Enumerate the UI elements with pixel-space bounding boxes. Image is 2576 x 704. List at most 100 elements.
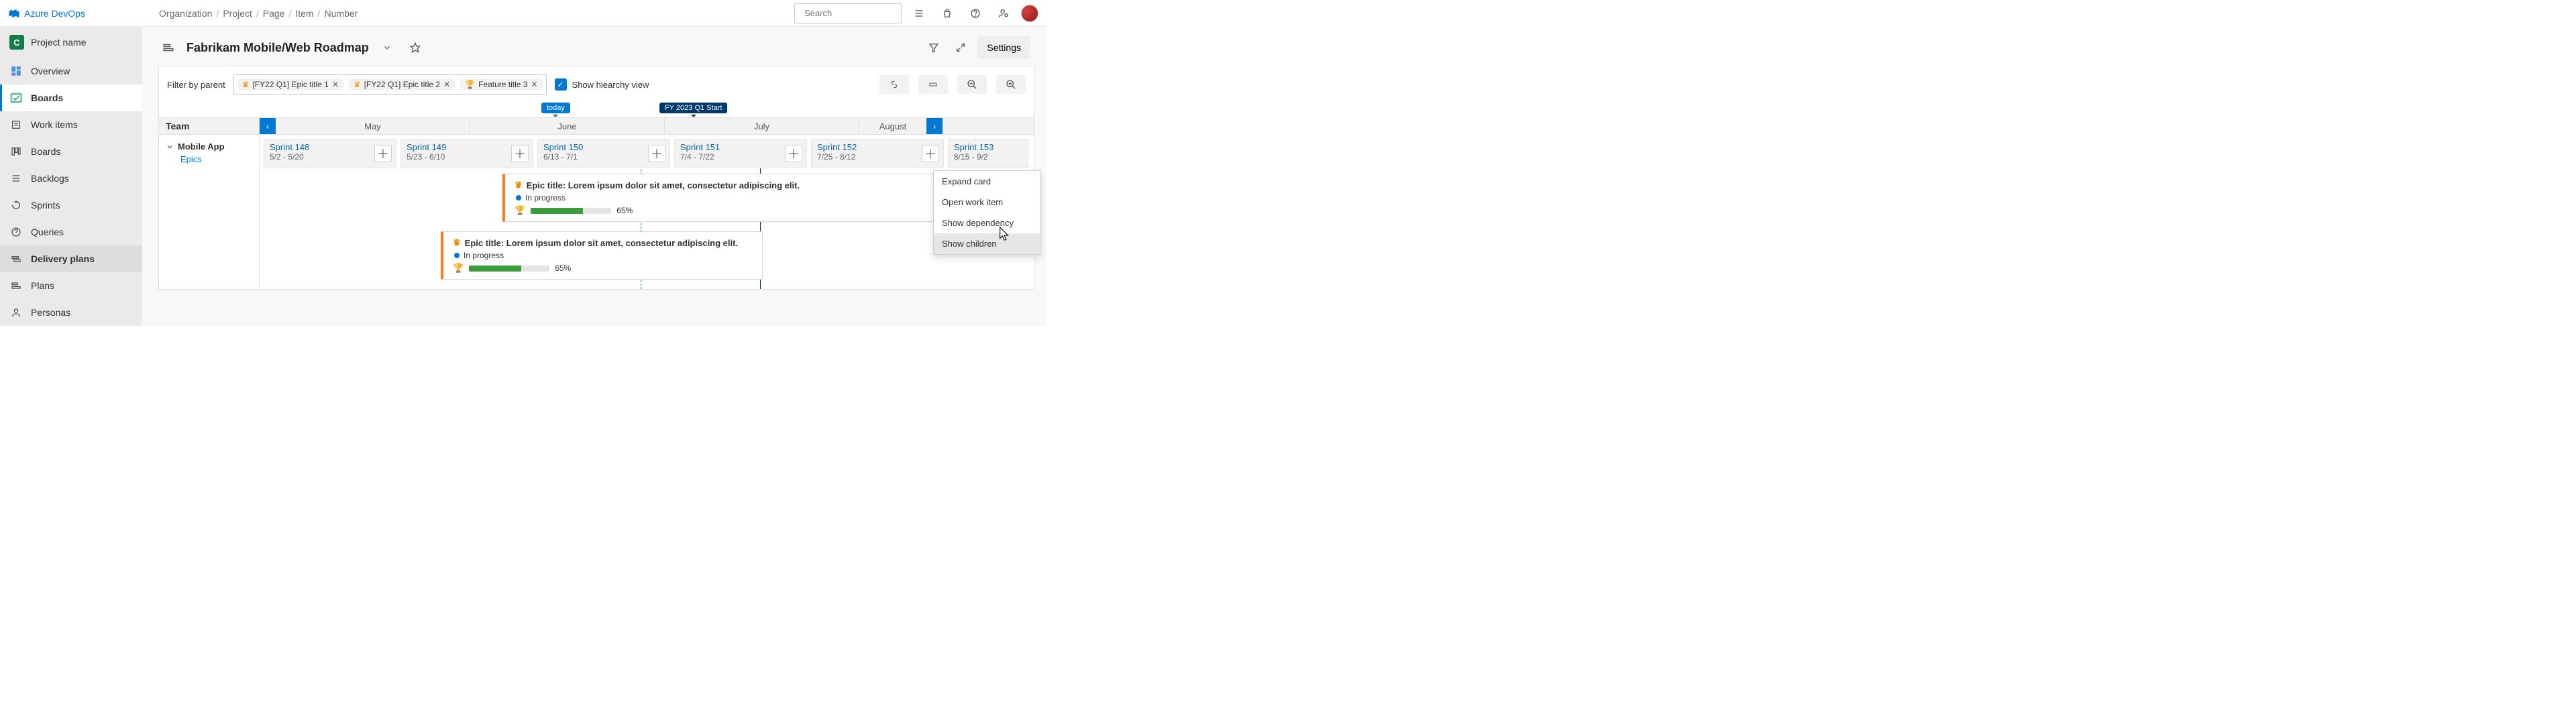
remove-pill[interactable]: ✕	[443, 80, 450, 89]
queries-icon	[9, 225, 23, 239]
sprint-151[interactable]: Sprint 1517/4 - 7/22＋	[674, 139, 807, 168]
menu-open-work-item[interactable]: Open work item	[934, 192, 1040, 213]
dependencies-button[interactable]	[879, 75, 909, 94]
marketplace-icon[interactable]	[936, 3, 958, 24]
month-june: June	[470, 118, 665, 134]
sidebar-label: Plans	[31, 280, 54, 291]
crown-icon: ♛	[453, 237, 461, 248]
brand-link[interactable]: Azure DevOps	[8, 7, 85, 19]
month-july: July	[665, 118, 859, 134]
epics-link[interactable]: Epics	[180, 154, 252, 164]
sidebar-label: Boards	[31, 93, 63, 103]
list-icon[interactable]	[908, 3, 930, 24]
zoom-out-button[interactable]	[957, 75, 987, 94]
breadcrumbs: Organization/ Project/ Page/ Item/ Numbe…	[159, 8, 358, 19]
menu-show-dependency[interactable]: Show dependency	[934, 213, 1040, 233]
remove-pill[interactable]: ✕	[332, 80, 339, 89]
project-name: Project name	[31, 37, 86, 48]
filter-pill-feature[interactable]: 🏆Feature title 3✕	[460, 78, 543, 91]
breadcrumb-page[interactable]: Page	[263, 8, 285, 19]
sidebar-item-sprints[interactable]: Sprints	[0, 192, 142, 219]
team-label-column: Mobile App Epics	[159, 135, 260, 289]
team-expand[interactable]: Mobile App	[166, 141, 252, 152]
crown-icon: ♛	[354, 80, 361, 89]
month-august: August	[859, 118, 926, 134]
sidebar-item-plans[interactable]: Plans	[0, 272, 142, 299]
help-icon[interactable]	[965, 3, 986, 24]
star-icon[interactable]	[405, 38, 425, 58]
sidebar-item-backlogs[interactable]: Backlogs	[0, 165, 142, 192]
sidebar-item-boards-sub[interactable]: Boards	[0, 138, 142, 165]
breadcrumb-number[interactable]: Number	[325, 8, 358, 19]
trophy-icon: 🏆	[515, 205, 525, 216]
breadcrumb-organization[interactable]: Organization	[159, 8, 212, 19]
page-title: Fabrikam Mobile/Web Roadmap	[186, 41, 369, 55]
menu-expand-card[interactable]: Expand card	[934, 171, 1040, 192]
sidebar-item-boards[interactable]: Boards	[0, 84, 142, 111]
fullscreen-icon[interactable]	[951, 38, 971, 58]
breadcrumb-project[interactable]: Project	[223, 8, 252, 19]
sprint-148[interactable]: Sprint 1485/2 - 5/20＋	[264, 139, 396, 168]
trophy-icon: 🏆	[465, 80, 475, 89]
menu-show-children[interactable]: Show children	[934, 233, 1040, 254]
crown-icon: ♛	[515, 180, 523, 190]
add-item-button[interactable]: ＋	[922, 145, 939, 162]
month-may: May	[276, 118, 470, 134]
breadcrumb-item[interactable]: Item	[295, 8, 313, 19]
plan-icon	[158, 38, 178, 58]
work-items-icon	[9, 118, 23, 131]
plans-icon	[9, 279, 23, 292]
sidebar-item-work-items[interactable]: Work items	[0, 111, 142, 138]
add-item-button[interactable]: ＋	[785, 145, 802, 162]
sprint-link[interactable]: Sprint 149	[407, 142, 446, 152]
remove-pill[interactable]: ✕	[531, 80, 537, 89]
delivery-plan-board: Filter by parent ♛[FY22 Q1] Epic title 1…	[158, 66, 1034, 290]
sidebar-item-delivery-plans[interactable]: Delivery plans	[0, 245, 142, 272]
sidebar-item-personas[interactable]: Personas	[0, 299, 142, 326]
project-picker[interactable]: C Project name	[0, 27, 142, 58]
milestone-marker: FY 2023 Q1 Start	[659, 103, 727, 113]
filter-pill-epic1[interactable]: ♛[FY22 Q1] Epic title 1✕	[237, 78, 344, 91]
zoom-in-button[interactable]	[996, 75, 1026, 94]
delivery-plans-icon	[9, 252, 23, 266]
add-item-button[interactable]: ＋	[511, 145, 529, 162]
summary-button[interactable]	[918, 75, 948, 94]
sprint-149[interactable]: Sprint 1495/23 - 6/10＋	[400, 139, 533, 168]
backlogs-icon	[9, 172, 23, 185]
sprint-link[interactable]: Sprint 151	[680, 142, 720, 152]
overview-icon	[9, 64, 23, 78]
add-item-button[interactable]: ＋	[648, 145, 665, 162]
sidebar-item-overview[interactable]: Overview	[0, 58, 142, 84]
filter-input[interactable]: ♛[FY22 Q1] Epic title 1✕ ♛[FY22 Q1] Epic…	[233, 74, 547, 95]
search-input[interactable]	[803, 7, 924, 19]
add-item-button[interactable]: ＋	[374, 145, 392, 162]
project-chip: C	[9, 35, 24, 50]
sidebar-label: Boards	[31, 146, 60, 157]
sidebar-item-queries[interactable]: Queries	[0, 219, 142, 245]
team-header: Team	[159, 118, 260, 134]
avatar[interactable]	[1021, 5, 1038, 22]
sprint-link[interactable]: Sprint 152	[817, 142, 857, 152]
filter-icon[interactable]	[924, 38, 944, 58]
chevron-down-icon[interactable]	[377, 38, 397, 58]
sprint-152[interactable]: Sprint 1527/25 - 8/12＋	[811, 139, 944, 168]
sprint-link[interactable]: Sprint 153	[954, 142, 994, 152]
hierarchy-toggle[interactable]: ✓ Show hiearchy view	[555, 78, 649, 91]
user-settings-icon[interactable]	[993, 3, 1014, 24]
main-area: Fabrikam Mobile/Web Roadmap Settings Fil…	[142, 27, 1046, 326]
sprint-150[interactable]: Sprint 1506/13 - 7/1＋	[537, 139, 670, 168]
scroll-left-button[interactable]: ‹	[260, 118, 276, 134]
settings-button[interactable]: Settings	[977, 36, 1030, 59]
sidebar-label: Sprints	[31, 200, 60, 211]
sprint-153[interactable]: Sprint 1538/15 - 9/2	[948, 139, 1028, 168]
sprint-link[interactable]: Sprint 148	[270, 142, 309, 152]
sprint-link[interactable]: Sprint 150	[543, 142, 583, 152]
sprints-icon	[9, 198, 23, 212]
boards-icon	[9, 91, 23, 105]
filter-pill-epic2[interactable]: ♛[FY22 Q1] Epic title 2✕	[348, 78, 455, 91]
epic-card-2[interactable]: ♛Epic title: Lorem ipsum dolor sit amet,…	[441, 231, 763, 280]
scroll-right-button[interactable]: ›	[926, 118, 943, 134]
sidebar-label: Queries	[31, 227, 64, 237]
sidebar: C Project name Overview Boards Work item…	[0, 27, 142, 326]
global-search[interactable]	[794, 3, 902, 23]
